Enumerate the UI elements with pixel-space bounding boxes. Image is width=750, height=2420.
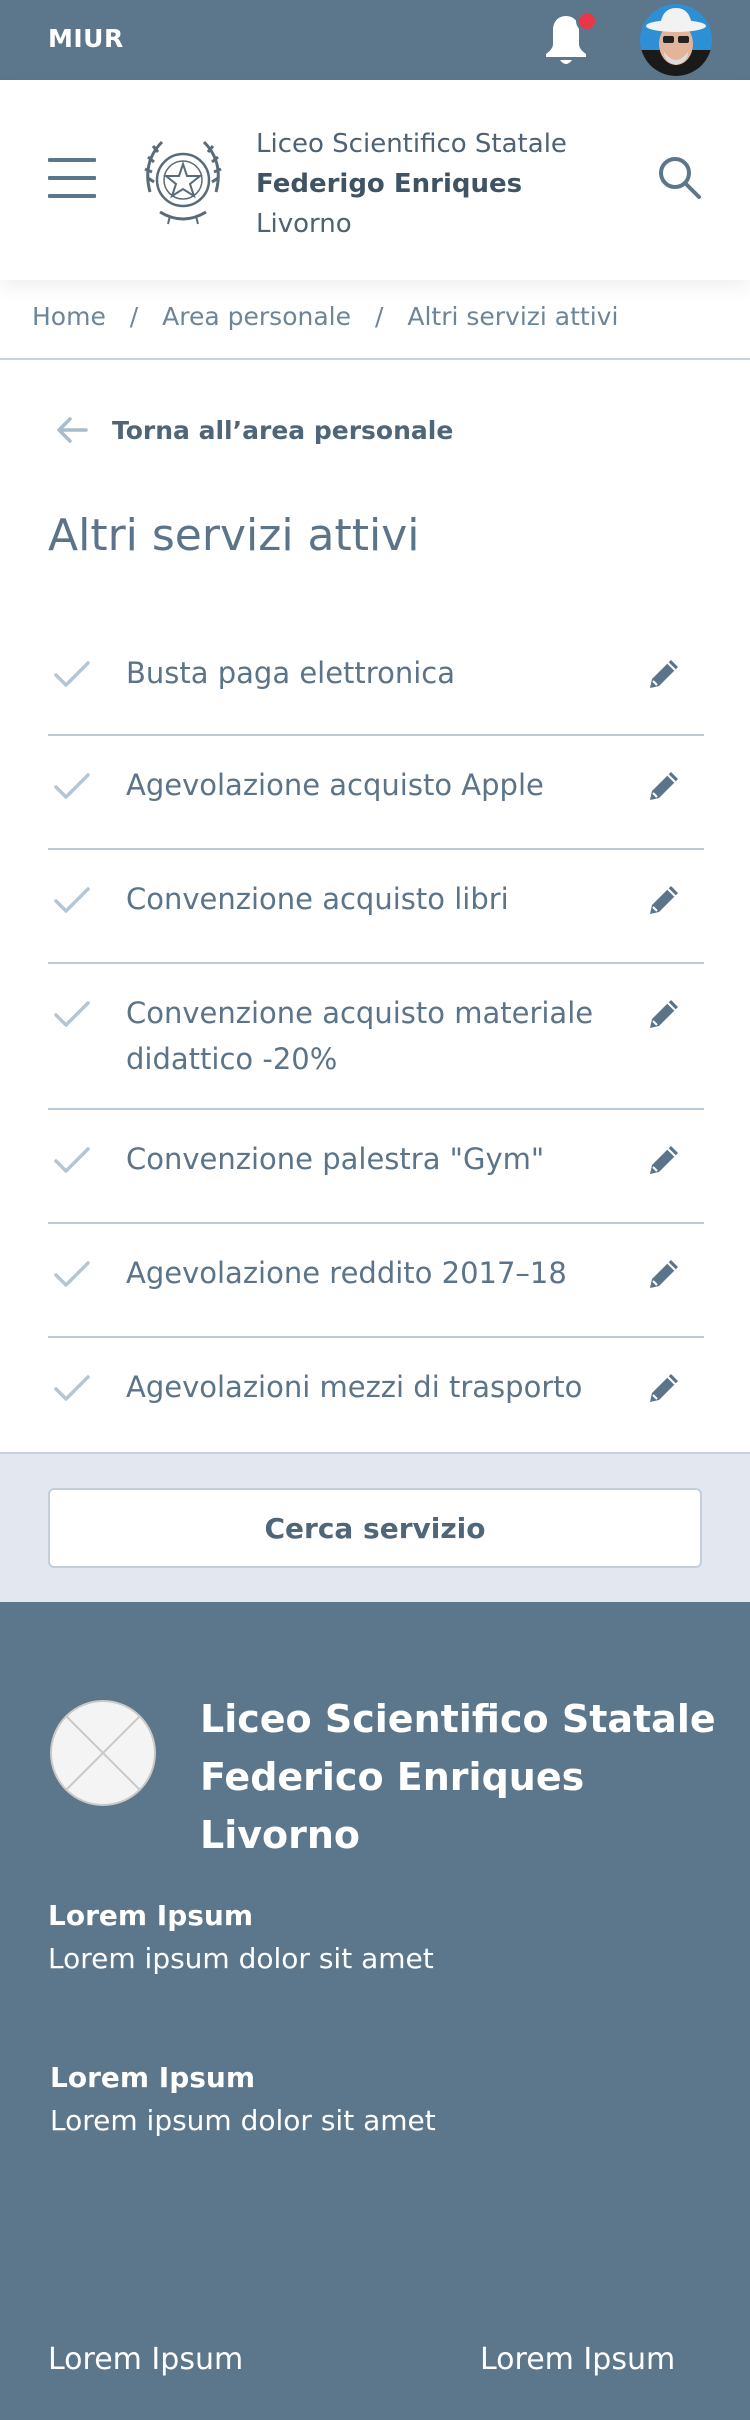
list-item[interactable]: Convenzione palestra "Gym" [48, 1110, 704, 1224]
footer-title-line3: Livorno [200, 1813, 361, 1857]
pencil-icon[interactable] [644, 880, 684, 920]
breadcrumb: Home / Area personale / Altri servizi at… [32, 302, 618, 331]
breadcrumb-separator: / [129, 302, 139, 331]
breadcrumb-home[interactable]: Home [32, 302, 106, 331]
pencil-icon[interactable] [644, 1254, 684, 1294]
site-footer: Liceo Scientifico Statale Federico Enriq… [0, 1602, 750, 2420]
school-name-line1: Liceo Scientifico Statale [256, 129, 567, 159]
school-name[interactable]: Liceo Scientifico Statale Federigo Enriq… [256, 124, 567, 244]
top-bar: MIUR [0, 0, 750, 80]
search-button[interactable] [656, 154, 704, 202]
services-list: Busta paga elettronica Agevolazione acqu… [48, 630, 704, 1452]
footer-info-block: Lorem Ipsum Lorem ipsum dolor sit amet [48, 1896, 434, 1982]
hamburger-icon [48, 158, 96, 162]
search-icon [659, 157, 701, 199]
arrow-left-icon [57, 417, 88, 443]
search-service-panel: Cerca servizio [0, 1452, 750, 1602]
footer-school-name: Liceo Scientifico Statale Federico Enriq… [200, 1690, 720, 1864]
republic-emblem-icon [140, 132, 226, 228]
breadcrumb-area-personale[interactable]: Area personale [162, 302, 351, 331]
pencil-icon[interactable] [644, 766, 684, 806]
list-item[interactable]: Agevolazione reddito 2017–18 [48, 1224, 704, 1338]
service-label: Agevolazioni mezzi di trasporto [126, 1370, 583, 1404]
pencil-icon[interactable] [644, 994, 684, 1034]
school-name-line3: Livorno [256, 209, 352, 239]
page-title: Altri servizi attivi [48, 510, 420, 561]
service-label: Agevolazione acquisto Apple [126, 768, 544, 802]
list-item[interactable]: Agevolazione acquisto Apple [48, 736, 704, 850]
pencil-icon[interactable] [644, 1140, 684, 1180]
check-icon [54, 773, 90, 799]
footer-info-block: Lorem Ipsum Lorem ipsum dolor sit amet [50, 2058, 436, 2144]
footer-title-line1: Liceo Scientifico Statale [200, 1697, 716, 1741]
check-icon [54, 661, 90, 687]
check-icon [54, 1375, 90, 1401]
back-link[interactable]: Torna all’area personale [52, 410, 453, 450]
footer-title-line2: Federico Enriques [200, 1755, 585, 1799]
pencil-icon[interactable] [644, 654, 684, 694]
footer-block-text: Lorem ipsum dolor sit amet [50, 2104, 436, 2137]
check-icon [54, 887, 90, 913]
pencil-icon[interactable] [644, 1368, 684, 1408]
back-link-label: Torna all’area personale [112, 415, 454, 445]
school-name-line2: Federigo Enriques [256, 169, 523, 199]
service-label: Convenzione acquisto materiale didattico… [126, 996, 594, 1076]
service-label: Busta paga elettronica [126, 656, 455, 690]
menu-button[interactable] [48, 158, 96, 198]
list-item[interactable]: Convenzione acquisto libri [48, 850, 704, 964]
footer-link[interactable]: Lorem Ipsum [480, 2342, 675, 2377]
search-service-button[interactable]: Cerca servizio [48, 1488, 702, 1568]
breadcrumb-current: Altri servizi attivi [407, 302, 619, 331]
footer-block-heading: Lorem Ipsum [50, 2061, 256, 2094]
breadcrumb-divider [0, 358, 750, 360]
check-icon [54, 1001, 90, 1027]
check-icon [54, 1147, 90, 1173]
breadcrumb-separator: / [374, 302, 384, 331]
service-label: Convenzione acquisto libri [126, 882, 509, 916]
footer-link[interactable]: Lorem Ipsum [48, 2342, 243, 2377]
service-label: Convenzione palestra "Gym" [126, 1142, 545, 1176]
list-item[interactable]: Agevolazioni mezzi di trasporto [48, 1338, 704, 1452]
notification-dot [576, 10, 598, 32]
list-item[interactable]: Convenzione acquisto materiale didattico… [48, 964, 704, 1110]
check-icon [54, 1261, 90, 1287]
service-label: Agevolazione reddito 2017–18 [126, 1256, 567, 1290]
miur-brand[interactable]: MIUR [48, 24, 124, 53]
footer-block-text: Lorem ipsum dolor sit amet [48, 1942, 434, 1975]
avatar[interactable] [640, 4, 712, 76]
list-item[interactable]: Busta paga elettronica [48, 630, 704, 736]
placeholder-logo-icon [48, 1698, 158, 1808]
footer-block-heading: Lorem Ipsum [48, 1899, 254, 1932]
site-header: Liceo Scientifico Statale Federigo Enriq… [0, 80, 750, 280]
notifications-button[interactable] [538, 10, 598, 70]
